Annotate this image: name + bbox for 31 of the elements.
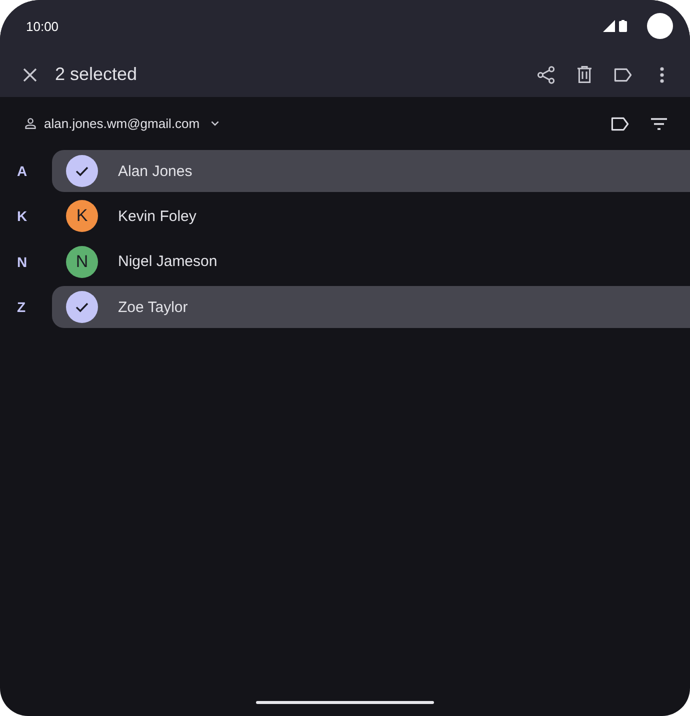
contact-name: Alan Jones xyxy=(118,162,192,180)
check-icon xyxy=(66,291,98,324)
delete-icon[interactable] xyxy=(577,66,592,83)
status-time: 10:00 xyxy=(26,18,59,34)
section-letter: K xyxy=(16,208,28,224)
contact-avatar: K xyxy=(66,200,98,232)
selection-count-title: 2 selected xyxy=(55,64,138,85)
more-options-icon[interactable] xyxy=(660,66,664,82)
contact-name: Zoe Taylor xyxy=(118,298,188,316)
close-icon[interactable] xyxy=(23,68,37,82)
contact-name: Nigel Jameson xyxy=(118,253,218,270)
contact-row[interactable]: N Nigel Jameson xyxy=(52,240,690,283)
signal-icon xyxy=(603,20,615,32)
contact-row[interactable]: Alan Jones xyxy=(52,150,690,192)
share-icon[interactable] xyxy=(537,66,555,84)
contact-avatar: N xyxy=(66,246,98,278)
chevron-down-icon[interactable] xyxy=(210,121,219,126)
label-icon[interactable] xyxy=(614,68,632,82)
contact-name: Kevin Foley xyxy=(118,208,196,225)
account-email[interactable]: alan.jones.wm@gmail.com xyxy=(44,116,200,131)
section-letter: A xyxy=(16,163,28,179)
contact-row[interactable]: K Kevin Foley xyxy=(52,195,690,238)
section-letter: N xyxy=(16,254,28,270)
person-icon xyxy=(25,118,36,129)
label-icon[interactable] xyxy=(611,116,629,130)
battery-icon xyxy=(619,20,627,32)
filter-icon[interactable] xyxy=(651,118,667,130)
section-letter: Z xyxy=(16,299,27,316)
contact-row[interactable]: Zoe Taylor xyxy=(52,286,690,328)
check-icon xyxy=(66,155,98,187)
camera-cutout-icon xyxy=(647,13,673,39)
